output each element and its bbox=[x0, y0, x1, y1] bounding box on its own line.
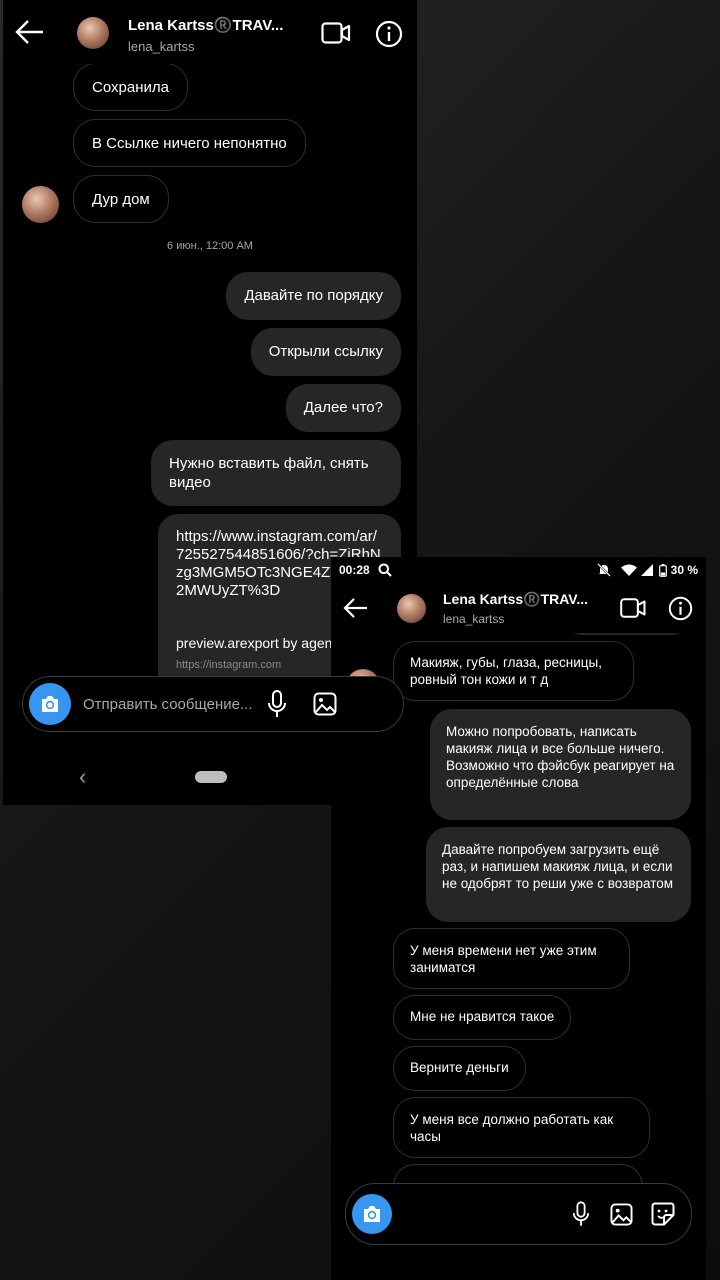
signal-icon bbox=[640, 564, 653, 576]
video-call-icon[interactable] bbox=[620, 598, 646, 618]
left-screenshot: Lena Kartss®️TRAV... lena_kartss Сохрани… bbox=[3, 0, 417, 805]
gallery-icon[interactable] bbox=[313, 692, 337, 716]
camera-button[interactable] bbox=[29, 683, 71, 725]
video-call-icon[interactable] bbox=[321, 22, 351, 44]
message-input[interactable]: Отправить сообщение... bbox=[83, 696, 253, 713]
mute-icon bbox=[596, 563, 611, 577]
battery-icon bbox=[658, 563, 667, 577]
message-outgoing[interactable]: Давайте попробуем загрузить ещё раз, и н… bbox=[426, 827, 691, 922]
back-arrow-icon[interactable] bbox=[15, 18, 45, 46]
message-composer bbox=[345, 1183, 692, 1245]
message-outgoing[interactable]: Можно попробовать, написать макияж лица … bbox=[430, 709, 691, 820]
status-bar: 00:28 30 % bbox=[331, 557, 706, 583]
message-timestamp: 6 июн., 12:00 AM bbox=[167, 240, 253, 252]
status-time: 00:28 bbox=[339, 563, 370, 577]
sticker-icon[interactable] bbox=[651, 1202, 675, 1226]
search-icon bbox=[378, 563, 392, 577]
message-incoming[interactable]: У меня все должно работать как часы bbox=[393, 1097, 650, 1158]
avatar[interactable] bbox=[397, 594, 426, 623]
message-incoming[interactable]: Макияж, губы, глаза, ресницы, ровный тон… bbox=[393, 641, 634, 701]
info-icon[interactable] bbox=[668, 596, 693, 621]
message-incoming[interactable]: В Ссылке ничего непонятно bbox=[73, 119, 306, 167]
wifi-icon bbox=[620, 564, 637, 576]
contact-username: lena_kartss bbox=[443, 612, 505, 626]
back-arrow-icon[interactable] bbox=[342, 596, 369, 620]
contact-username: lena_kartss bbox=[128, 39, 195, 54]
microphone-icon[interactable] bbox=[267, 690, 287, 718]
message-composer: Отправить сообщение... bbox=[22, 676, 404, 732]
camera-button[interactable] bbox=[352, 1194, 392, 1234]
gallery-icon[interactable] bbox=[610, 1202, 633, 1226]
chat-header: Lena Kartss®️TRAV... lena_kartss bbox=[331, 583, 706, 633]
message-incoming[interactable]: У меня времени нет уже этим заниматся bbox=[393, 928, 630, 989]
message-incoming[interactable]: Дур дом bbox=[73, 175, 169, 223]
contact-name[interactable]: Lena Kartss®️TRAV... bbox=[443, 591, 588, 608]
message-outgoing[interactable]: Открыли ссылку bbox=[250, 328, 401, 376]
nav-home-pill[interactable] bbox=[195, 771, 227, 783]
nav-back-button[interactable]: ‹ bbox=[79, 764, 86, 790]
message-outgoing[interactable]: Давайте по порядку bbox=[226, 272, 401, 320]
message-incoming[interactable]: Мне не нравится такое bbox=[393, 995, 572, 1040]
message-incoming[interactable]: Сохранила bbox=[73, 63, 188, 111]
avatar[interactable] bbox=[77, 17, 109, 49]
message-outgoing[interactable]: Нужно вставить файл, снять видео bbox=[151, 440, 401, 506]
microphone-icon[interactable] bbox=[572, 1201, 590, 1227]
sender-avatar bbox=[22, 186, 59, 223]
contact-name[interactable]: Lena Kartss®️TRAV... bbox=[128, 16, 283, 34]
info-icon[interactable] bbox=[375, 20, 403, 48]
message-outgoing[interactable]: Далее что? bbox=[285, 384, 401, 432]
battery-percentage: 30 % bbox=[670, 563, 698, 577]
right-screenshot: 00:28 30 % Lena Kartss®️TRAV... lena_kar… bbox=[331, 557, 706, 1280]
message-incoming[interactable]: Верните деньги bbox=[393, 1046, 526, 1091]
chat-header: Lena Kartss®️TRAV... lena_kartss bbox=[3, 0, 417, 64]
